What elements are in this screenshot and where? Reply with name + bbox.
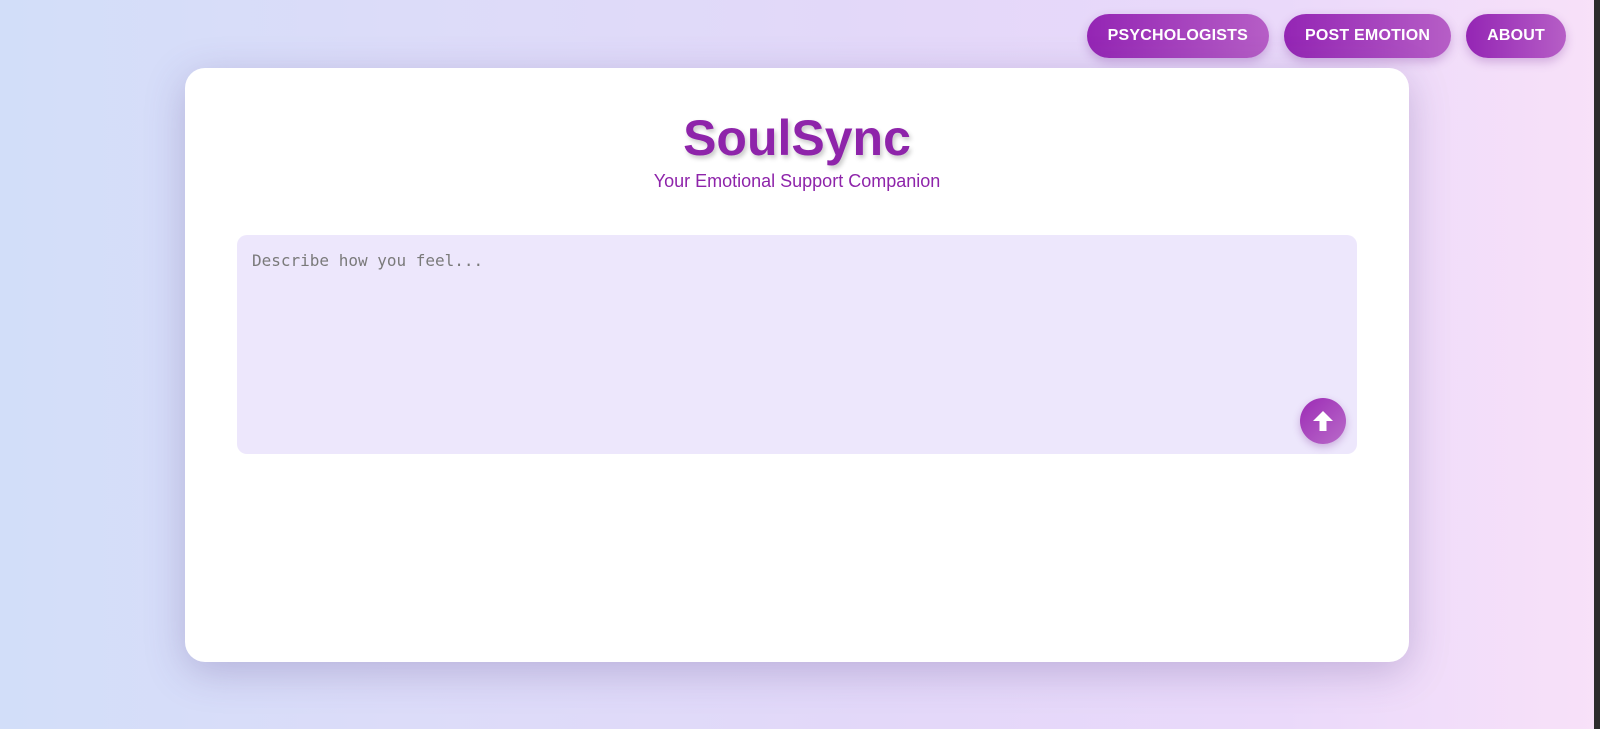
send-button[interactable] bbox=[1300, 398, 1346, 444]
feeling-input[interactable] bbox=[237, 235, 1357, 454]
nav-about-button[interactable]: ABOUT bbox=[1466, 14, 1566, 58]
window-edge bbox=[1594, 0, 1600, 729]
feeling-input-container bbox=[237, 235, 1357, 454]
main-card: SoulSync Your Emotional Support Companio… bbox=[185, 68, 1409, 662]
app-title: SoulSync bbox=[683, 110, 911, 166]
nav-psychologists-button[interactable]: PSYCHOLOGISTS bbox=[1086, 14, 1270, 58]
top-nav: PSYCHOLOGISTS POST EMOTION ABOUT bbox=[1086, 14, 1566, 58]
arrow-up-icon bbox=[1313, 411, 1333, 431]
app-subtitle: Your Emotional Support Companion bbox=[653, 171, 941, 191]
nav-post-emotion-button[interactable]: POST EMOTION bbox=[1284, 14, 1452, 58]
